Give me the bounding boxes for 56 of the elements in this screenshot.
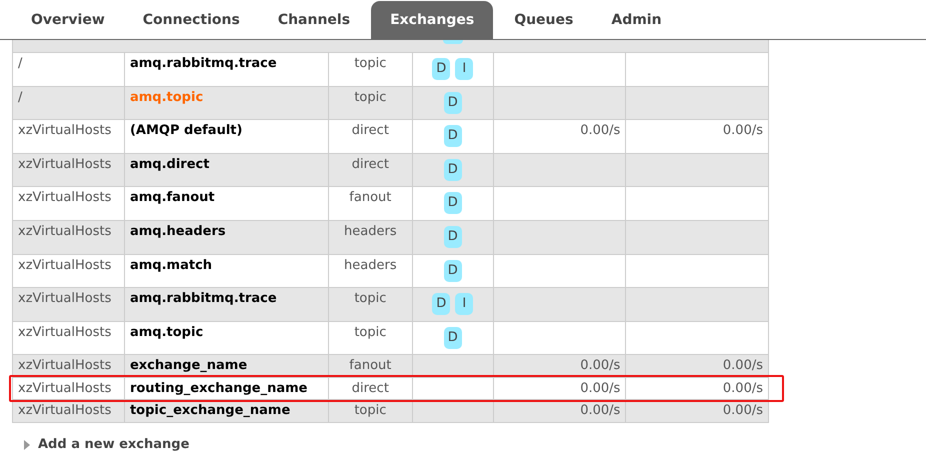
vhost-text: xzVirtualHosts — [18, 123, 112, 138]
feature-badge: D — [444, 92, 462, 114]
type-text: topic — [354, 291, 386, 306]
nav-tab[interactable]: Admin — [594, 1, 679, 39]
rate-text: 0.00/s — [722, 380, 763, 396]
type-text: direct — [352, 123, 389, 138]
type-text: headers — [344, 224, 397, 239]
type-text: fanout — [349, 358, 392, 374]
rate-text: 0.00/s — [722, 358, 763, 374]
vhost-text: / — [18, 56, 22, 71]
vhost-text: xzVirtualHosts — [18, 190, 112, 206]
feature-badge: D — [432, 58, 450, 80]
feature-badge: D — [444, 226, 462, 248]
vhost-text: xzVirtualHosts — [18, 258, 112, 273]
type-text: topic — [354, 56, 386, 71]
type-text: fanout — [349, 190, 392, 206]
exchange-name-link[interactable]: amq.fanout — [130, 190, 215, 206]
type-text: direct — [352, 380, 389, 396]
vhost-text: / — [18, 90, 22, 105]
nav-tab[interactable]: Channels — [260, 1, 368, 39]
rate-text: 0.00/s — [580, 123, 620, 138]
vhost-text: xzVirtualHosts — [18, 156, 112, 172]
nav-tab[interactable]: Connections — [126, 1, 257, 39]
feature-badge: I — [455, 293, 474, 316]
vhost-text: xzVirtualHosts — [18, 324, 112, 340]
vhost-text: xzVirtualHosts — [18, 358, 112, 374]
type-text: topic — [354, 324, 386, 340]
feature-badge: D — [444, 158, 462, 181]
add-exchange-link[interactable]: Add a new exchange — [38, 436, 190, 453]
feature-badge: I — [455, 58, 474, 80]
type-text: topic — [354, 90, 386, 105]
rate-text: 0.00/s — [580, 380, 620, 396]
type-text: direct — [352, 156, 389, 172]
type-text: headers — [344, 258, 397, 273]
rate-text: 0.00/s — [580, 403, 620, 418]
rate-text: 0.00/s — [580, 358, 620, 374]
rate-text: 0.00/s — [722, 403, 763, 418]
type-text: topic — [354, 403, 386, 418]
exchange-name-link[interactable]: amq.match — [130, 258, 212, 273]
feature-badge: D — [444, 326, 462, 349]
feature-badge: D — [432, 293, 450, 316]
exchange-name-link[interactable]: amq.topic — [130, 324, 204, 340]
nav-tab[interactable]: Queues — [497, 1, 590, 39]
nav-tab[interactable]: Overview — [14, 1, 122, 39]
vhost-text: xzVirtualHosts — [18, 224, 112, 239]
vhost-text: xzVirtualHosts — [18, 291, 112, 306]
vhost-text: xzVirtualHosts — [18, 403, 112, 418]
rate-text: 0.00/s — [722, 123, 763, 138]
badge-icon — [443, 40, 463, 44]
feature-badge: D — [444, 192, 462, 214]
vhost-text: xzVirtualHosts — [18, 380, 112, 396]
feature-badge: D — [444, 260, 462, 282]
nav-tab[interactable]: Exchanges — [371, 1, 494, 39]
exchange-name-link[interactable]: amq.direct — [130, 156, 210, 172]
feature-badge: D — [444, 125, 462, 148]
expand-arrow-icon[interactable] — [24, 440, 30, 450]
